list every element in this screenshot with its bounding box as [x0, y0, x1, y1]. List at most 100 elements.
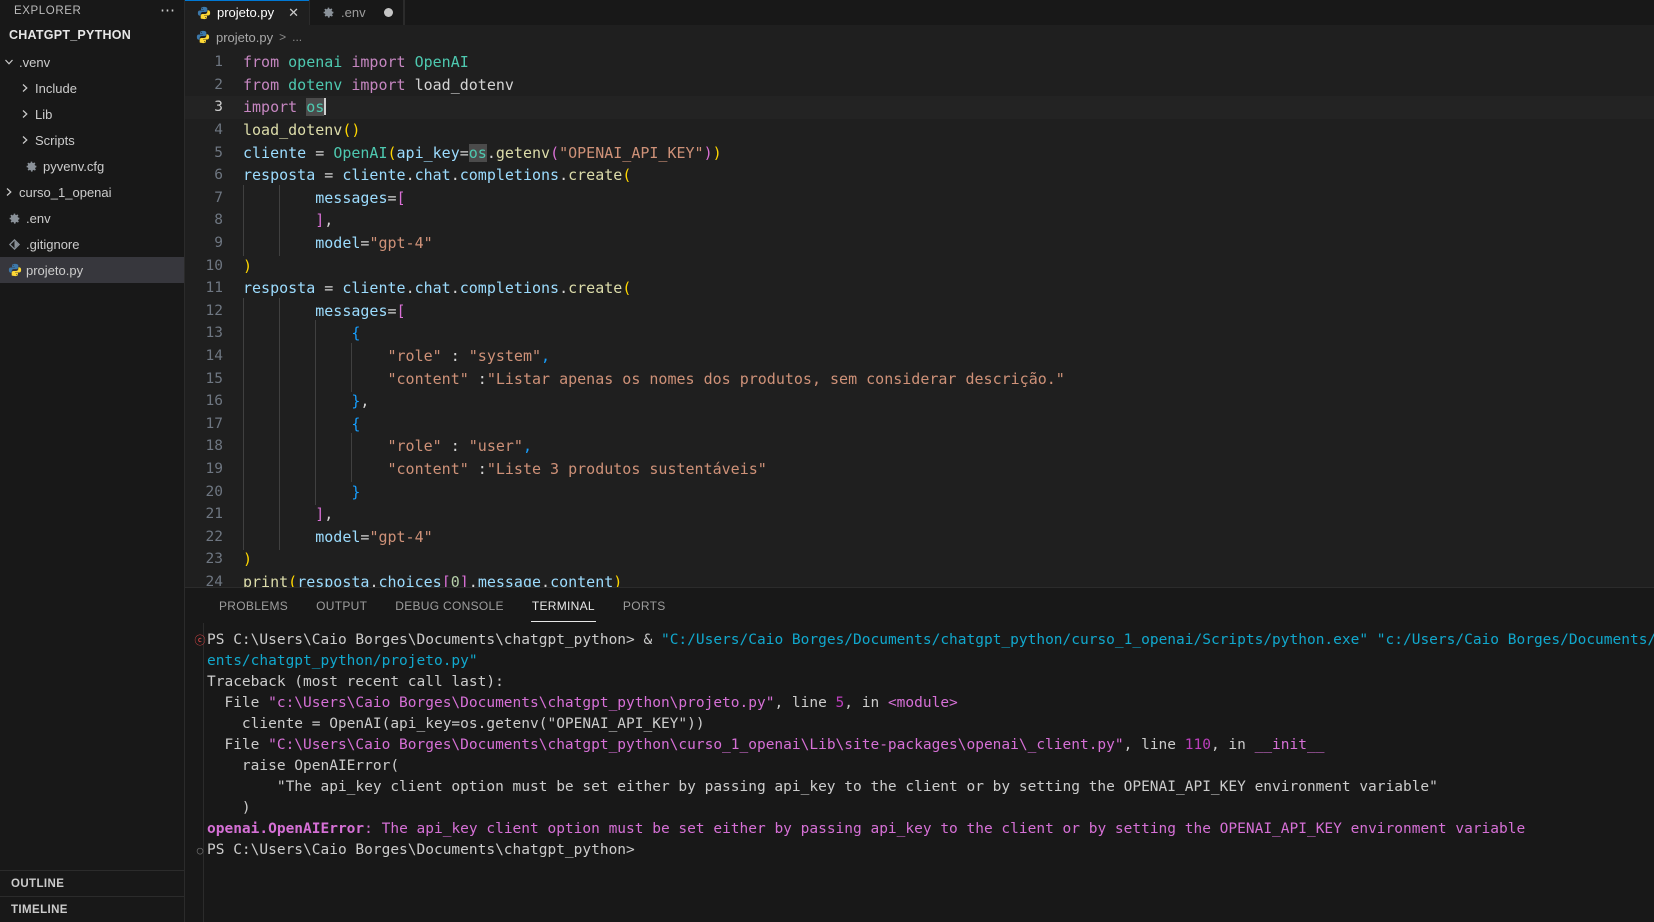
outline-section-header[interactable]: OUTLINE — [0, 870, 184, 896]
code-line: 7 messages=[ — [185, 184, 1654, 211]
line-content: print(resposta.choices[0].message.conten… — [243, 572, 623, 587]
line-number: 13 — [205, 325, 223, 342]
tree-item-scripts[interactable]: Scripts — [0, 127, 184, 153]
terminal-line-text: File "c:\Users\Caio Borges\Documents\cha… — [207, 694, 1654, 713]
tree-item-include[interactable]: Include — [0, 75, 184, 101]
tabbar-filler — [403, 0, 1654, 25]
line-content: ], — [243, 207, 1654, 234]
panel-tab-label: OUTPUT — [316, 598, 368, 613]
terminal-error-message: The api_key client option must be set ei… — [381, 821, 1526, 837]
tree-item-curso-1-openai[interactable]: curso_1_openai — [0, 179, 184, 205]
success-circle-icon: ○ — [196, 844, 204, 857]
code-line: 13 { — [185, 320, 1654, 347]
line-content: { — [243, 410, 1654, 437]
tree-item-pyvenv-cfg[interactable]: pyvenv.cfg — [0, 153, 184, 179]
tree-item-label: pyvenv.cfg — [43, 158, 105, 174]
chevron-right-icon — [16, 109, 33, 119]
tree-item-gitignore[interactable]: .gitignore — [0, 231, 184, 257]
workspace-root-folder[interactable]: CHATGPT_PYTHON — [0, 22, 184, 48]
terminal-file-path[interactable]: "C:\Users\Caio Borges\Documents\chatgpt_… — [268, 737, 1124, 753]
vscode-window: EXPLORER ⋯ CHATGPT_PYTHON .venv Include — [0, 0, 1654, 922]
code-line: 11 resposta = cliente.chat.completions.c… — [185, 277, 1654, 300]
python-icon — [5, 263, 24, 277]
panel-tab-label: DEBUG CONSOLE — [395, 598, 504, 613]
tree-item-lib[interactable]: Lib — [0, 101, 184, 127]
code-line-active: 3 import os — [185, 96, 1654, 119]
code-line: 21 ], — [185, 501, 1654, 528]
line-number: 17 — [205, 415, 223, 432]
section-label: OUTLINE — [11, 877, 65, 890]
line-number: 6 — [214, 167, 223, 184]
terminal-close-paren: ) — [207, 800, 251, 816]
terminal-error-line: openai.OpenAIError: The api_key client o… — [207, 820, 1654, 839]
panel-tab-label: PORTS — [622, 598, 666, 613]
line-number: 7 — [214, 189, 223, 206]
tab-problems[interactable]: PROBLEMS — [205, 588, 302, 623]
code-line: 4 load_dotenv() — [185, 119, 1654, 142]
dirty-dot-icon[interactable] — [383, 8, 393, 17]
tab-projeto-py[interactable]: projeto.py ✕ — [185, 0, 310, 25]
tree-item-projeto-py[interactable]: projeto.py — [0, 257, 184, 283]
terminal-line-number: 110 — [1184, 737, 1211, 753]
line-number: 20 — [205, 483, 223, 500]
terminal-line: "The api_key client option must be set e… — [185, 778, 1654, 799]
text-cursor — [324, 98, 327, 116]
tab-ports[interactable]: PORTS — [609, 588, 680, 623]
line-number: 22 — [205, 528, 223, 545]
line-number: 21 — [205, 506, 223, 523]
editor-area: projeto.py ✕ .env projeto.py > ... 1 fro… — [185, 0, 1654, 922]
terminal-file-prefix: File — [207, 695, 269, 711]
code-lines: 1 from openai import OpenAI 2 from doten… — [185, 49, 1654, 587]
ellipsis-icon[interactable]: ⋯ — [160, 3, 176, 18]
tree-item-label: Lib — [35, 106, 53, 122]
tab-label: .env — [341, 5, 366, 20]
tab-output[interactable]: OUTPUT — [302, 588, 381, 623]
gear-icon — [22, 160, 41, 173]
line-content: messages=[ — [243, 297, 1654, 324]
tree-item-label: projeto.py — [26, 262, 84, 278]
explorer-title: EXPLORER — [14, 5, 82, 17]
terminal-amp: & — [634, 632, 661, 648]
bottom-panel: PROBLEMS OUTPUT DEBUG CONSOLE TERMINAL P… — [185, 587, 1654, 922]
panel-tab-label: TERMINAL — [531, 598, 595, 613]
terminal-in-label: , in — [844, 695, 888, 711]
tab-debug-console[interactable]: DEBUG CONSOLE — [381, 588, 518, 623]
line-number: 18 — [205, 438, 223, 455]
chevron-right-icon — [0, 187, 17, 197]
line-content: ) — [243, 550, 253, 569]
line-number: 12 — [205, 302, 223, 319]
terminal-line: File "c:\Users\Caio Borges\Documents\cha… — [185, 694, 1654, 715]
gear-icon — [322, 6, 335, 19]
code-editor[interactable]: 1 from openai import OpenAI 2 from doten… — [185, 49, 1654, 587]
line-content: messages=[ — [243, 184, 1654, 211]
tree-item-label: .venv — [19, 54, 51, 70]
terminal-message-line: "The api_key client option must be set e… — [207, 779, 1438, 795]
terminal-line-label: , line — [774, 695, 836, 711]
tree-item-env[interactable]: .env — [0, 205, 184, 231]
line-content: "role" : "user", — [243, 433, 1654, 460]
code-line: 18 "role" : "user", — [185, 433, 1654, 460]
terminal-file-path[interactable]: "c:\Users\Caio Borges\Documents\chatgpt_… — [268, 695, 774, 711]
breadcrumb-tail[interactable]: ... — [292, 30, 302, 44]
chevron-right-icon — [16, 135, 33, 145]
close-icon[interactable]: ✕ — [288, 6, 299, 19]
breadcrumb-file[interactable]: projeto.py — [216, 30, 273, 45]
terminal-output[interactable]: ⓒ PS C:\Users\Caio Borges\Documents\chat… — [185, 623, 1654, 922]
git-icon — [5, 238, 24, 251]
code-line: 15 "content" :"Listar apenas os nomes do… — [185, 365, 1654, 392]
line-content: import os — [243, 98, 327, 117]
timeline-section-header[interactable]: TIMELINE — [0, 896, 184, 922]
python-icon — [197, 6, 211, 20]
tab-terminal[interactable]: TERMINAL — [518, 588, 609, 623]
tab-env[interactable]: .env — [310, 0, 404, 25]
tree-item-venv[interactable]: .venv — [0, 49, 184, 75]
line-content: ) — [243, 256, 253, 275]
terminal-line: ○ PS C:\Users\Caio Borges\Documents\chat… — [185, 841, 1654, 862]
tab-label: projeto.py — [217, 5, 275, 20]
line-number: 15 — [205, 370, 223, 387]
line-content: from dotenv import load_dotenv — [243, 75, 514, 94]
line-number: 19 — [205, 460, 223, 477]
line-number: 11 — [205, 280, 223, 297]
line-number: 14 — [205, 348, 223, 365]
terminal-line: raise OpenAIError( — [185, 757, 1654, 778]
